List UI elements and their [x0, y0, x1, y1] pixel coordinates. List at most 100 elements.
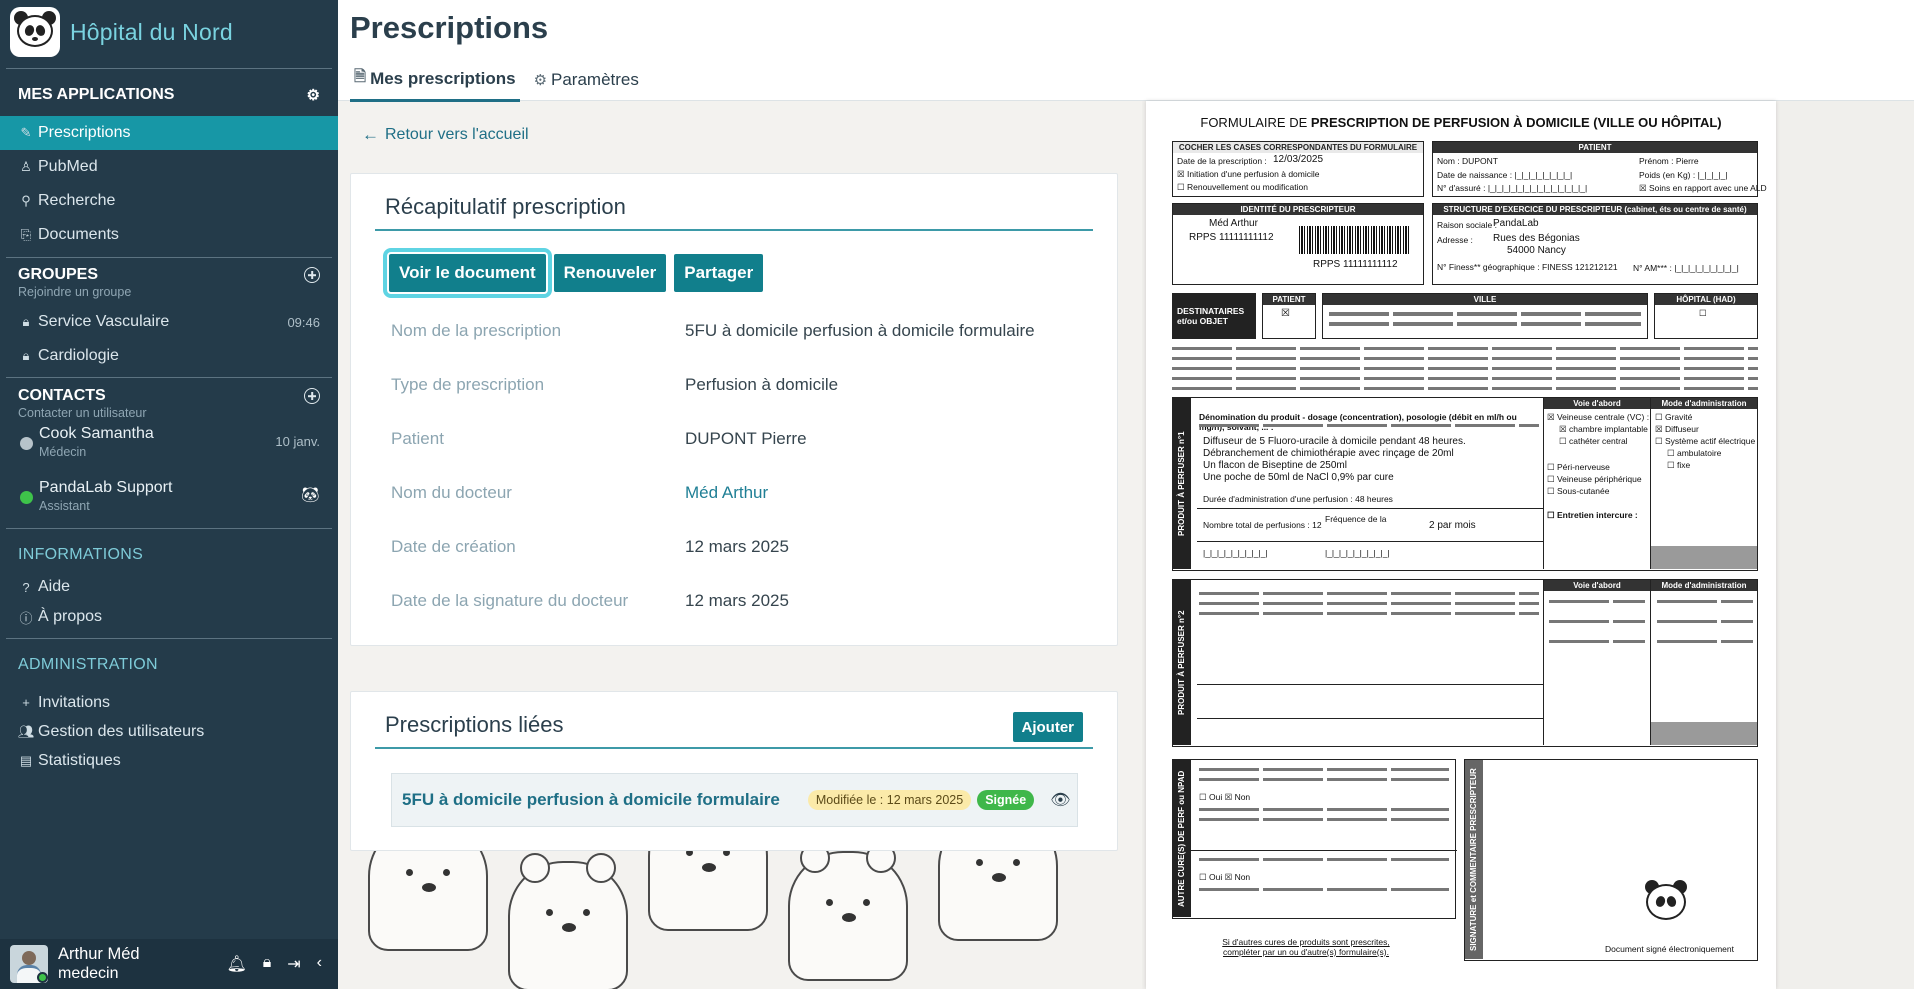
- avatar[interactable]: [10, 945, 48, 983]
- sidebar-item-a-propos[interactable]: ⓘ À propos: [0, 602, 338, 632]
- lock-icon: 🔒︎: [22, 348, 30, 363]
- sidebar-item-prescriptions[interactable]: ✎ Prescriptions: [0, 116, 338, 150]
- contact-cook-samantha[interactable]: Cook Samantha Médecin 10 janv.: [0, 420, 338, 476]
- sidebar: Hôpital du Nord MES APPLICATIONS ⚙ ✎ Pre…: [0, 0, 338, 989]
- sidebar-item-aide[interactable]: ? Aide: [0, 572, 338, 602]
- tab-mes-prescriptions[interactable]: 🗎︎ Mes prescriptions: [350, 66, 520, 102]
- linked-prescription-item[interactable]: 5FU à domicile perfusion à domicile form…: [391, 773, 1078, 827]
- group-label: Service Vasculaire: [38, 313, 170, 330]
- detail-label: Date de création: [391, 537, 516, 556]
- doc-signature-box: SIGNATURE et COMMENTAIRE PRESCRIPTEUR Do…: [1464, 759, 1758, 961]
- doc-line3: Un flacon de Biseptine de 250ml: [1203, 460, 1347, 471]
- doc-presc-head: IDENTITÉ DU PRESCRIPTEUR: [1173, 204, 1423, 215]
- detail-value: 12 mars 2025: [685, 537, 789, 556]
- contact-pandalab-support[interactable]: PandaLab Support Assistant 🐼︎: [0, 474, 338, 530]
- doc-duree-label: Durée d'administration d'une perfusion :: [1203, 494, 1353, 504]
- sidebar-item-label: À propos: [38, 608, 103, 625]
- collapse-chevron-icon[interactable]: ‹: [317, 954, 322, 974]
- chart-doc-icon: ▤: [19, 752, 33, 768]
- renew-button[interactable]: Renouveler: [553, 254, 667, 292]
- doc-cocher: COCHER LES CASES CORRESPONDANTES DU FORM…: [1173, 142, 1423, 153]
- doc-mode-item: fixe: [1676, 460, 1691, 470]
- doc-presc-name: Méd Arthur: [1209, 218, 1258, 229]
- add-linked-button[interactable]: Ajouter: [1012, 712, 1083, 742]
- doc-renew-label: Renouvellement ou modification: [1186, 182, 1308, 192]
- add-group-icon[interactable]: [304, 267, 320, 283]
- detail-row: Type de prescription Perfusion à domicil…: [391, 375, 1091, 395]
- doc-patient-head: PATIENT: [1433, 142, 1757, 153]
- plus-icon: +: [22, 695, 30, 710]
- document-viewer[interactable]: FORMULAIRE DE PRESCRIPTION DE PERFUSION …: [1142, 101, 1914, 989]
- sidebar-item-statistiques[interactable]: ▤ Statistiques: [0, 746, 338, 775]
- view-document-button[interactable]: Voir le document: [383, 248, 552, 298]
- doc-ald-label: Soins en rapport avec une ALD: [1648, 183, 1767, 193]
- users-icon: 👥︎: [18, 723, 35, 739]
- left-pane: ← Retour vers l'accueil Récapitulatif pr…: [338, 101, 1125, 989]
- doc-mode-head: Mode d'administration: [1651, 580, 1757, 591]
- brand[interactable]: Hôpital du Nord: [0, 0, 338, 64]
- doc-date-label: Date de la prescription :: [1177, 156, 1267, 166]
- groups-subtitle[interactable]: Rejoindre un groupe: [0, 285, 338, 299]
- detail-value: Perfusion à domicile: [685, 375, 839, 394]
- doc-mode-head: Mode d'administration: [1651, 398, 1757, 409]
- detail-label: Nom de la prescription: [391, 321, 562, 340]
- doc-oui: Oui: [1208, 872, 1223, 882]
- contacts-subtitle[interactable]: Contacter un utilisateur: [0, 406, 338, 420]
- detail-label: Nom du docteur: [391, 483, 512, 502]
- doc-dest-hopital-head: HÔPITAL (HAD): [1655, 294, 1757, 305]
- linked-item-title[interactable]: 5FU à domicile perfusion à domicile form…: [402, 790, 780, 810]
- doc-poids-label: Poids (en Kg) :: [1639, 170, 1696, 180]
- share-button[interactable]: Partager: [674, 254, 764, 292]
- doctor-link[interactable]: Méd Arthur: [685, 483, 768, 503]
- lock-icon[interactable]: 🔒︎: [263, 954, 272, 974]
- add-contact-icon[interactable]: [304, 388, 320, 404]
- doc-dest-patient: PATIENT ☒: [1262, 293, 1316, 339]
- detail-row: Nom du docteur Méd Arthur: [391, 483, 1091, 503]
- pubmed-icon: ♙: [20, 159, 32, 174]
- detail-row: Nom de la prescription 5FU à domicile pe…: [391, 321, 1091, 341]
- document-icon: 🗎︎: [354, 68, 367, 85]
- doc-non: Non: [1234, 792, 1251, 802]
- doc-freq-value: 2 par mois: [1429, 520, 1476, 531]
- contacts-header: CONTACTS: [0, 387, 338, 405]
- detail-row: Date de création 12 mars 2025: [391, 537, 1091, 557]
- bell-icon[interactable]: 🔔︎: [226, 954, 246, 974]
- recap-card: Récapitulatif prescription Voir le docum…: [350, 173, 1118, 646]
- doc-produit2-label: PRODUIT À PERFUSER n°2: [1173, 580, 1191, 745]
- doc-raison-value: PandaLab: [1493, 218, 1539, 229]
- doc-dest-hopital: HÔPITAL (HAD) ☐: [1654, 293, 1758, 339]
- doc-freq-label: Fréquence de la: [1325, 514, 1387, 524]
- sidebar-item-pubmed[interactable]: ♙ PubMed: [0, 150, 338, 184]
- back-link[interactable]: ← Retour vers l'accueil: [362, 125, 529, 145]
- sidebar-group-service-vasculaire[interactable]: 🔒︎ Service Vasculaire 09:46: [0, 305, 338, 339]
- tabs: 🗎︎ Mes prescriptions ⚙ Paramètres: [350, 66, 653, 102]
- logout-icon[interactable]: ⇥: [287, 954, 300, 974]
- doc-raison-label: Raison sociale :: [1437, 220, 1498, 230]
- user-name: Arthur Méd: [58, 945, 140, 963]
- panda-logo-icon: [10, 7, 60, 57]
- doc-produit1-label: PRODUIT À PERFUSER n°1: [1173, 398, 1191, 569]
- sidebar-item-invitations[interactable]: + Invitations: [0, 688, 338, 717]
- detail-label: Type de prescription: [391, 375, 545, 394]
- sidebar-item-label: Gestion des utilisateurs: [38, 722, 205, 740]
- doc-finess: N° Finess** géographique : FINESS 121212…: [1437, 262, 1618, 272]
- doc-voie-head: Voie d'abord: [1544, 580, 1650, 591]
- doc-line1: Diffuseur de 5 Fluoro-uracile à domicile…: [1203, 436, 1466, 447]
- doc-mode-item: Gravité: [1664, 412, 1693, 422]
- doc-signed: Document signé électroniquement: [1605, 944, 1734, 954]
- eye-icon[interactable]: 👁︎: [1050, 790, 1070, 810]
- doc-naissance-label: Date de naissance :: [1437, 170, 1513, 180]
- sidebar-item-recherche[interactable]: ⚲ Recherche: [0, 184, 338, 218]
- gear-icon[interactable]: ⚙: [307, 86, 320, 104]
- sidebar-item-documents[interactable]: ⎘ Documents: [0, 218, 338, 252]
- doc-signature-label: SIGNATURE et COMMENTAIRE PRESCRIPTEUR: [1465, 760, 1483, 959]
- group-time: 09:46: [287, 314, 320, 330]
- doc-title-pre: FORMULAIRE DE: [1200, 115, 1311, 130]
- sidebar-item-gestion-utilisateurs[interactable]: 👥︎ Gestion des utilisateurs: [0, 717, 338, 746]
- tab-parametres[interactable]: ⚙ Paramètres: [530, 66, 643, 102]
- sidebar-group-cardiologie[interactable]: 🔒︎ Cardiologie: [0, 339, 338, 373]
- paperclip-icon: ⎘: [20, 227, 32, 242]
- doc-voie-head: Voie d'abord: [1544, 398, 1650, 409]
- question-icon: ?: [22, 579, 30, 595]
- doc-voie-item: Veineuse périphérique: [1556, 474, 1642, 484]
